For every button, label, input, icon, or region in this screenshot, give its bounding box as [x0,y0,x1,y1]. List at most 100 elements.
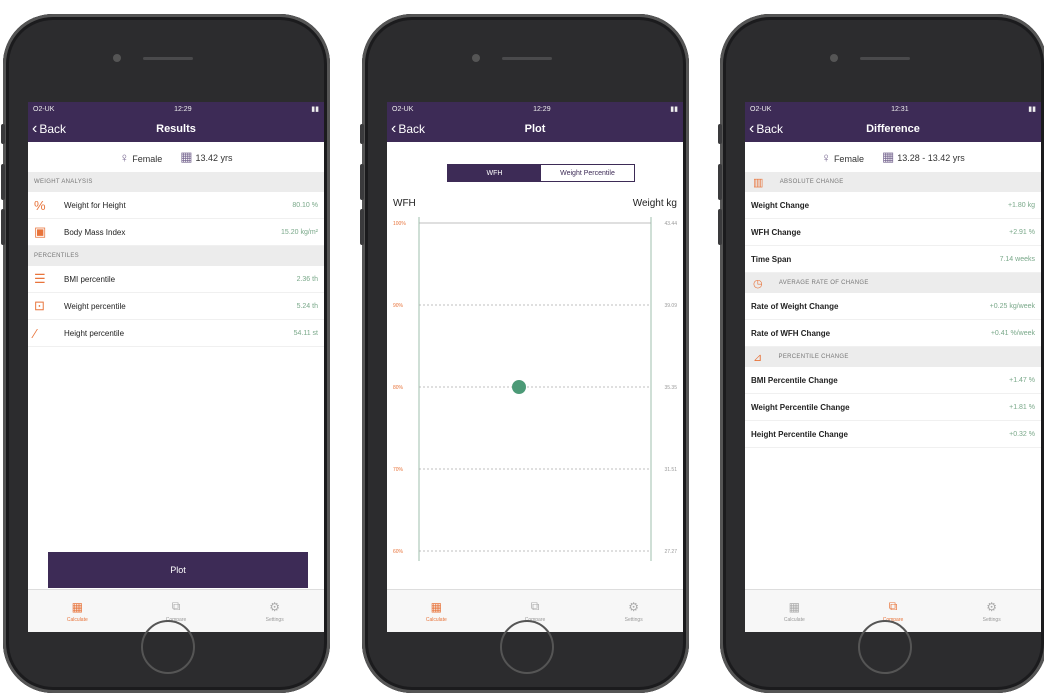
row-value: +2.91 % [1009,228,1035,236]
section-average-rate-of-change: ◷ AVERAGE RATE OF CHANGE [745,273,1041,293]
tab-label: Settings [265,616,284,623]
carrier: O2-UK [392,105,414,113]
section-absolute-change: ▥ ABSOLUTE CHANGE [745,172,1041,192]
patient-summary: ♀ Female ▦ 13.42 yrs [28,142,324,172]
screen: O2-UK 12:29 ▮▮ ‹ Back Results ♀ Female ▦ 1… [28,102,324,632]
status-time: 12:29 [174,105,192,113]
row-rate-of-wfh-change[interactable]: Rate of WFH Change +0.41 %/week [745,320,1041,347]
mute-switch [1,124,5,144]
battery-icon: ▮▮ [311,106,319,113]
tab-settings[interactable]: ⚙ Settings [584,590,683,632]
tab-calculate[interactable]: ▦ Calculate [28,590,127,632]
volume-up-button [1,164,5,200]
tick-label-right: 31.51 [664,467,677,473]
tab-calculate[interactable]: ▦ Calculate [745,590,844,632]
row-bmi-percentile[interactable]: ☰ BMI percentile 2.36 th [28,266,324,293]
tick-label-right: 43.44 [664,221,677,227]
tick-label-left: 80% [393,385,404,391]
status-time: 12:31 [891,105,909,113]
calculator-icon: ▦ [788,599,800,614]
back-button[interactable]: ‹ Back [32,116,66,142]
row-bmi-percentile-change[interactable]: BMI Percentile Change +1.47 % [745,367,1041,394]
row-time-span[interactable]: Time Span 7.14 weeks [745,246,1041,273]
mute-switch [718,124,722,144]
row-value: +1.80 kg [1007,201,1035,209]
back-button[interactable]: ‹ Back [749,116,783,142]
gear-icon: ⚙ [986,599,998,614]
home-button[interactable] [500,620,554,674]
row-label: Weight Percentile Change [751,402,850,412]
gender-info: ♀ Female [119,150,162,165]
row-label: BMI Percentile Change [751,375,838,385]
row-value: 7.14 weeks [999,255,1035,263]
tab-settings[interactable]: ⚙ Settings [225,590,324,632]
y-axis-right-label: Weight kg [632,198,677,209]
back-label: Back [39,122,67,136]
phone-plot: O2-UK 12:29 ▮▮ ‹ Back Plot WFH Weight Pe… [360,14,689,693]
row-wfh-change[interactable]: WFH Change +2.91 % [745,219,1041,246]
tab-label: Calculate [783,616,805,623]
back-button[interactable]: ‹ Back [391,116,425,142]
tick-label-right: 39.09 [664,303,677,309]
segment-wfh[interactable]: WFH [448,165,541,181]
volume-up-button [360,164,364,200]
tick-label-left: 70% [393,467,404,473]
home-button[interactable] [858,620,912,674]
scale-icon: ▣ [34,224,47,239]
phone-difference: O2-UK 12:31 ▮▮ ‹ Back Difference ♀ Female… [718,14,1044,693]
age-label: 13.42 yrs [195,153,233,163]
row-label: Time Span [751,254,792,264]
tab-label: Settings [624,616,643,623]
nav-bar: ‹ Back Plot [387,116,683,142]
camera [472,54,480,62]
tab-label: Settings [982,616,1001,623]
nav-bar: ‹ Back Difference [745,116,1041,142]
row-value: 54.11 st [293,329,318,337]
volume-up-button [718,164,722,200]
row-label: Rate of WFH Change [751,328,831,338]
row-body-mass-index[interactable]: ▣ Body Mass Index 15.20 kg/m² [28,219,324,246]
row-weight-percentile[interactable]: ⊡ Weight percentile 5.24 th [28,293,324,320]
segment-weight-percentile[interactable]: Weight Percentile [541,165,634,181]
tick-label-left: 100% [393,221,406,227]
calendar-icon: ▦ [881,149,895,164]
row-weight-change[interactable]: Weight Change +1.80 kg [745,192,1041,219]
row-value: +1.81 % [1009,403,1035,411]
row-value: 2.36 th [296,275,318,283]
home-button[interactable] [141,620,195,674]
age-range-label: 13.28 - 13.42 yrs [897,153,965,163]
phone-results: O2-UK 12:29 ▮▮ ‹ Back Results ♀ Female ▦ 1… [1,14,330,693]
compare-icon: ⧉ [888,599,898,613]
calendar-icon: ▦ [180,149,193,164]
chevron-left-icon: ‹ [749,120,755,137]
gear-icon: ⚙ [269,599,281,614]
battery-icon: ▮▮ [670,106,678,113]
female-icon: ♀ [119,149,130,165]
row-height-percentile-change[interactable]: Height Percentile Change +0.32 % [745,421,1041,448]
row-weight-percentile-change[interactable]: Weight Percentile Change +1.81 % [745,394,1041,421]
screen: O2-UK 12:31 ▮▮ ‹ Back Difference ♀ Female… [745,102,1041,632]
page-title: Results [156,123,196,135]
carrier: O2-UK [33,105,55,113]
plot-button[interactable]: Plot [48,552,308,588]
tab-settings[interactable]: ⚙ Settings [942,590,1041,632]
percentile-chart-icon: ⊿ [753,351,763,364]
section-percentile-change: ⊿ PERCENTILE CHANGE [745,347,1041,367]
tab-label: Calculate [425,616,447,623]
row-label: Rate of Weight Change [751,301,839,311]
row-rate-of-weight-change[interactable]: Rate of Weight Change +0.25 kg/week [745,293,1041,320]
row-height-percentile[interactable]: ∕ Height percentile 54.11 st [28,320,324,347]
speaker [502,57,552,60]
screen: O2-UK 12:29 ▮▮ ‹ Back Plot WFH Weight Pe… [387,102,683,632]
section-label: PERCENTILE CHANGE [778,354,849,360]
tab-label: Calculate [66,616,88,623]
section-label: AVERAGE RATE OF CHANGE [778,280,869,286]
gear-icon: ⚙ [628,599,640,614]
row-label: Height Percentile Change [751,429,848,439]
mute-switch [360,124,364,144]
tab-calculate[interactable]: ▦ Calculate [387,590,486,632]
wfh-chart: 100% 43.44 90% 39.09 80% 35.35 70% 31.51 60% 27.2… [393,217,677,561]
row-weight-for-height[interactable]: % Weight for Height 80.10 % [28,192,324,219]
camera [113,54,121,62]
row-label: WFH Change [751,227,801,237]
